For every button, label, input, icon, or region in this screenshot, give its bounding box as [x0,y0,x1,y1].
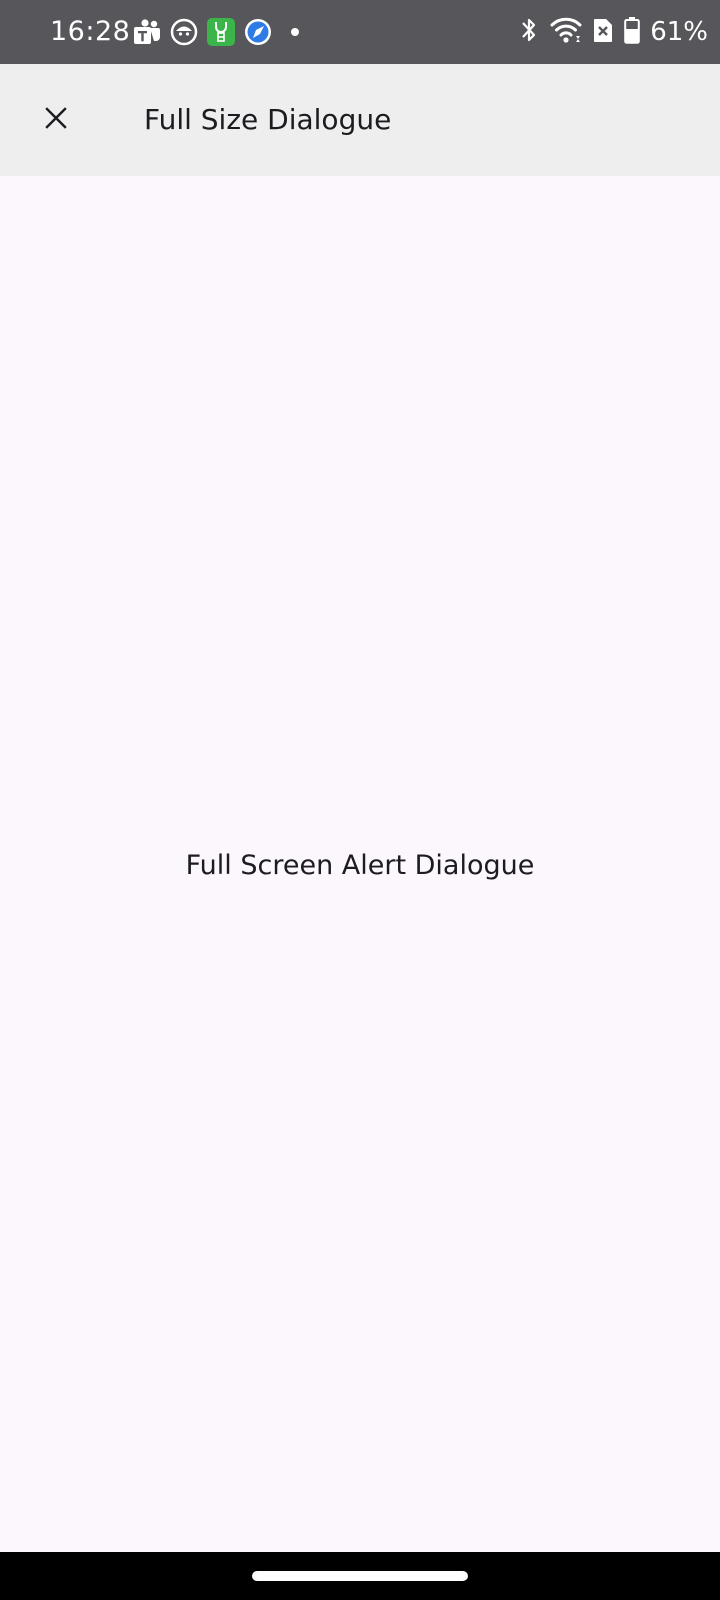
wifi-icon [550,16,582,49]
close-icon [45,106,67,134]
battery-percent: 61% [650,17,708,47]
more-dot-icon [281,18,309,46]
no-sim-icon [592,16,614,49]
home-gesture-handle[interactable] [252,1571,468,1581]
dialog-body: Full Screen Alert Dialogue [0,176,720,1552]
navigation-bar [0,1552,720,1600]
screen: 16:28 61% Full Size Dialogue Full Screen… [0,0,720,1600]
blue-compass-app-icon [244,18,272,46]
app-bar: Full Size Dialogue [0,64,720,176]
page-title: Full Size Dialogue [144,103,392,136]
system-icons: 61% [518,15,708,49]
status-bar: 16:28 61% [0,0,720,64]
close-button[interactable] [28,92,84,148]
battery-icon [624,16,641,49]
teams-icon [133,18,161,46]
bluetooth-icon [518,15,540,50]
status-time: 16:28 [50,16,131,47]
face-app-icon [170,18,198,46]
notification-icons [133,17,309,47]
green-app-icon [207,18,235,46]
dialog-message: Full Screen Alert Dialogue [185,850,535,881]
